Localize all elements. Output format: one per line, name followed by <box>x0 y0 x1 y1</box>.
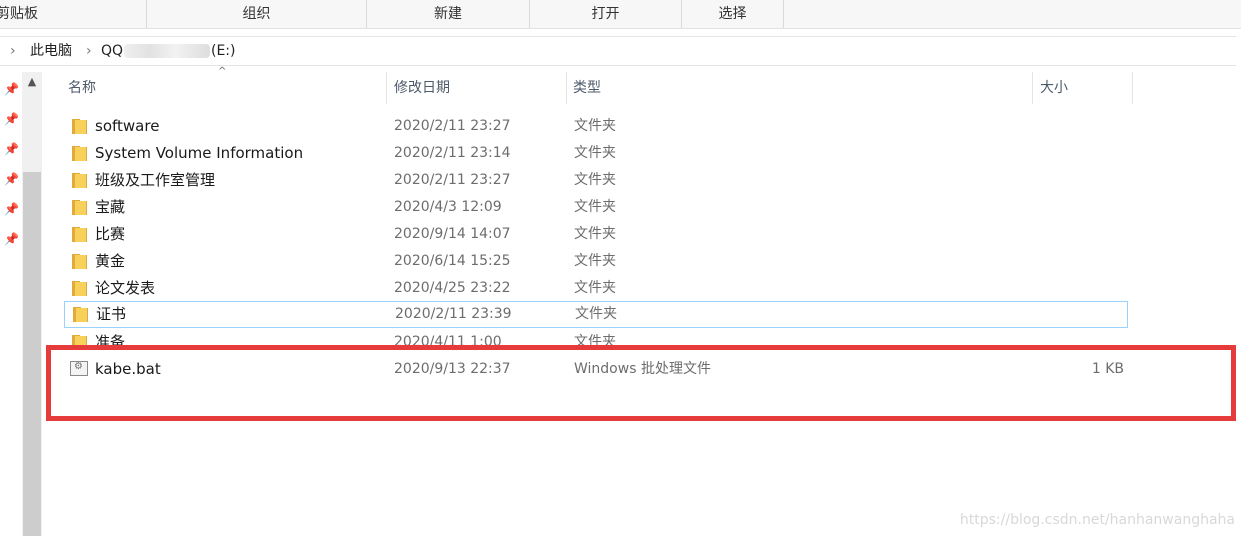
folder-icon <box>72 173 87 188</box>
folder-icon <box>72 335 87 345</box>
column-divider[interactable] <box>386 72 387 104</box>
list-item[interactable]: 班级及工作室管理 2020/2/11 23:27 文件夹 <box>64 167 1128 194</box>
folder-icon <box>72 146 87 161</box>
list-item[interactable]: System Volume Information 2020/2/11 23:1… <box>64 140 1128 167</box>
pin-icon[interactable]: 📌 <box>4 112 19 126</box>
partially-hidden-row-clip: 准备 2020/4/11 1:00 文件夹 <box>64 331 1128 345</box>
folder-icon <box>73 307 88 322</box>
column-divider[interactable] <box>1032 72 1033 104</box>
file-name: 准备 <box>95 333 126 345</box>
highlight-annotation-box <box>46 345 1236 421</box>
file-date: 2020/4/11 1:00 <box>394 334 502 345</box>
file-type: 文件夹 <box>574 172 616 188</box>
file-type: 文件夹 <box>574 253 616 269</box>
ribbon-group-new[interactable]: 新建 <box>367 0 530 28</box>
file-name: 班级及工作室管理 <box>95 171 216 189</box>
file-date: 2020/6/14 15:25 <box>394 253 511 269</box>
folder-icon <box>72 227 87 242</box>
pin-icon[interactable]: 📌 <box>4 202 19 216</box>
breadcrumb-this-pc[interactable]: 此电脑 <box>30 37 72 65</box>
ribbon-group-open[interactable]: 打开 <box>530 0 682 28</box>
file-name: 黄金 <box>95 252 126 270</box>
pin-icon[interactable]: 📌 <box>4 82 19 96</box>
file-date: 2020/2/11 23:27 <box>394 172 511 188</box>
ribbon-group-clipboard[interactable]: 剪贴板 <box>0 0 147 28</box>
breadcrumb-drive-label[interactable]: QQ <box>101 37 123 65</box>
file-type: 文件夹 <box>574 145 616 161</box>
list-item[interactable]: software 2020/2/11 23:27 文件夹 <box>64 113 1128 140</box>
pin-icon[interactable]: 📌 <box>4 142 19 156</box>
column-divider[interactable] <box>566 72 567 104</box>
column-divider[interactable] <box>1132 72 1133 104</box>
address-bar[interactable]: › 此电脑 › QQ (E:) <box>0 36 1236 66</box>
pin-icon[interactable]: 📌 <box>4 232 19 246</box>
file-name: 宝藏 <box>95 198 126 216</box>
file-date: 2020/2/11 23:39 <box>395 306 512 322</box>
scroll-up-arrow-icon[interactable]: ▲ <box>22 72 42 92</box>
list-item-focused[interactable]: 证书 2020/2/11 23:39 文件夹 <box>64 301 1128 328</box>
redacted-drive-name <box>124 44 210 58</box>
file-name: 比赛 <box>95 225 126 243</box>
file-type: 文件夹 <box>575 306 617 322</box>
folder-icon <box>72 119 87 134</box>
file-type: 文件夹 <box>574 118 616 134</box>
folder-icon <box>72 281 87 296</box>
file-date: 2020/2/11 23:14 <box>394 145 511 161</box>
list-item[interactable]: 宝藏 2020/4/3 12:09 文件夹 <box>64 194 1128 221</box>
chevron-right-icon[interactable]: › <box>86 37 92 65</box>
file-name: System Volume Information <box>95 144 304 162</box>
ribbon: 剪贴板 组织 新建 打开 选择 <box>0 0 1241 29</box>
file-name: 证书 <box>96 305 127 323</box>
file-date: 2020/4/3 12:09 <box>394 199 502 215</box>
list-item[interactable]: 论文发表 2020/4/25 23:22 文件夹 <box>64 275 1128 302</box>
folder-icon <box>72 254 87 269</box>
nav-scrollbar-thumb[interactable] <box>23 172 41 536</box>
watermark: https://blog.csdn.net/hanhanwanghaha <box>959 512 1235 528</box>
sort-ascending-icon: ^ <box>218 66 227 77</box>
file-date: 2020/9/14 14:07 <box>394 226 511 242</box>
file-type: 文件夹 <box>574 199 616 215</box>
ribbon-group-select[interactable]: 选择 <box>682 0 784 28</box>
file-type: 文件夹 <box>574 334 616 345</box>
breadcrumb-drive-letter[interactable]: (E:) <box>211 37 236 65</box>
file-date: 2020/2/11 23:27 <box>394 118 511 134</box>
file-name: software <box>95 117 160 135</box>
column-header-size[interactable]: 大小 <box>1040 72 1068 104</box>
list-item[interactable]: 黄金 2020/6/14 15:25 文件夹 <box>64 248 1128 275</box>
chevron-right-icon[interactable]: › <box>10 37 16 65</box>
folder-icon <box>72 200 87 215</box>
file-type: 文件夹 <box>574 280 616 296</box>
column-header-type[interactable]: 类型 <box>573 72 601 104</box>
column-header-name[interactable]: 名称 <box>68 72 96 104</box>
ribbon-group-organize[interactable]: 组织 <box>147 0 367 28</box>
list-item[interactable]: 准备 2020/4/11 1:00 文件夹 <box>64 331 1128 345</box>
file-type: 文件夹 <box>574 226 616 242</box>
file-name: 论文发表 <box>95 279 156 297</box>
pin-icon[interactable]: 📌 <box>4 172 19 186</box>
column-header-date[interactable]: 修改日期 <box>394 72 450 104</box>
file-date: 2020/4/25 23:22 <box>394 280 511 296</box>
list-item[interactable]: 比赛 2020/9/14 14:07 文件夹 <box>64 221 1128 248</box>
